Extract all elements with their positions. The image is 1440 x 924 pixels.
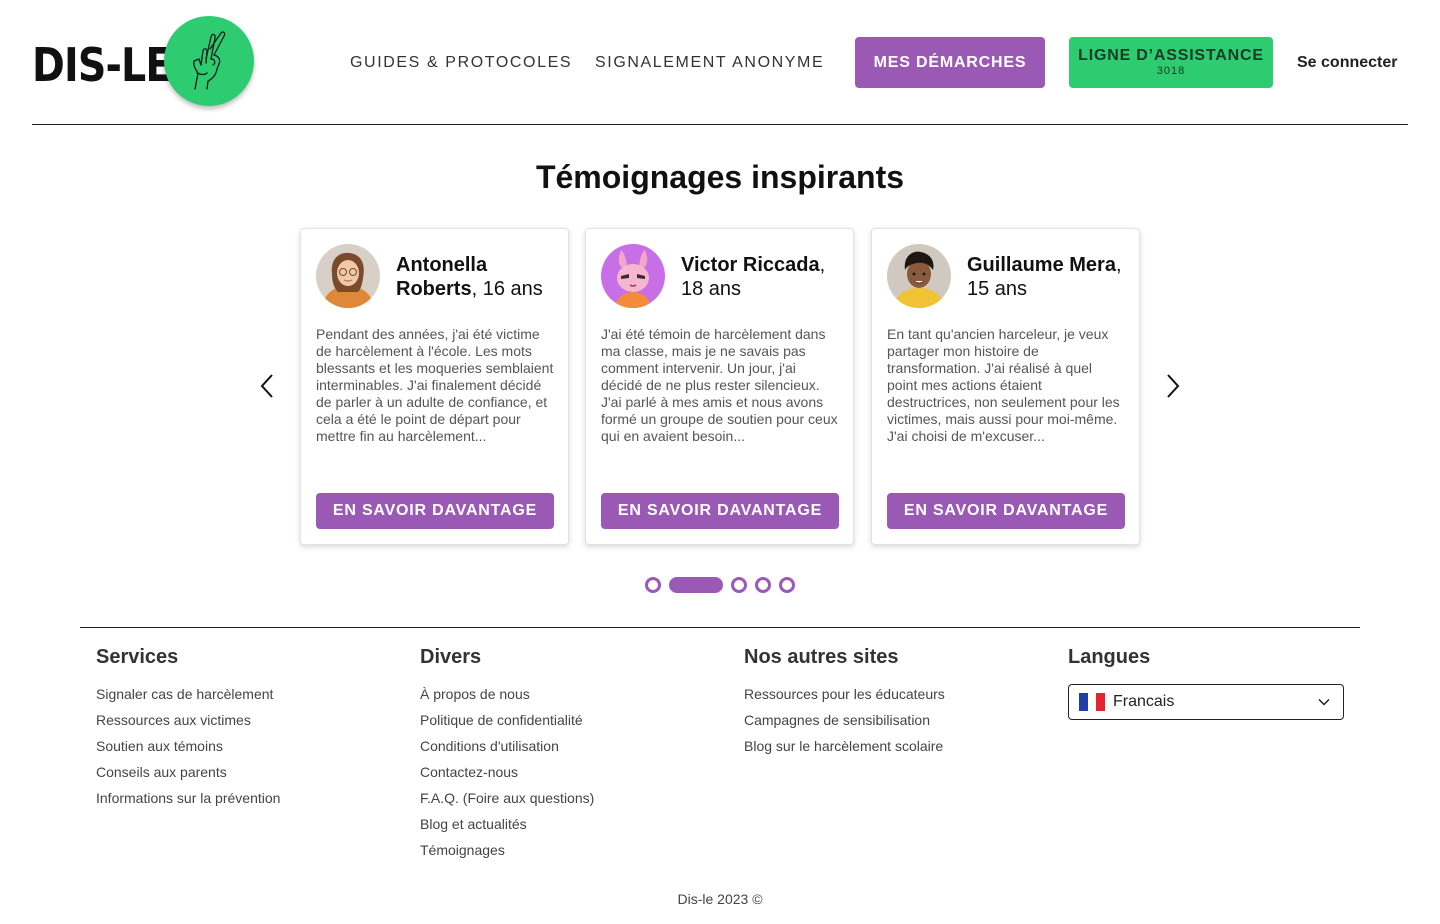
carousel-dot[interactable] (755, 577, 771, 593)
read-more-button[interactable]: EN SAVOIR DAVANTAGE (887, 493, 1125, 529)
testimonial-card: Antonella Roberts, 16 ans Pendant des an… (300, 228, 569, 545)
nav-guides-protocoles[interactable]: GUIDES & PROTOCOLES (350, 53, 572, 73)
person-name: Guillaume Mera (967, 254, 1116, 276)
section-title: Témoignages inspirants (535, 159, 905, 195)
testimonial-text: J'ai été témoin de harcèlement dans ma c… (601, 326, 838, 444)
footer-langues: Langues (1068, 645, 1150, 681)
carousel-prev-button[interactable] (253, 372, 281, 400)
person-header: Antonella Roberts, 16 ans (396, 253, 561, 301)
footer-link[interactable]: F.A.Q. (Foire aux questions) (420, 785, 594, 811)
person-age: , 16 ans (471, 278, 543, 300)
footer-link[interactable]: Ressources pour les éducateurs (744, 681, 945, 707)
copyright: Dis-le 2023 © (677, 891, 763, 907)
footer-divider (80, 627, 1360, 628)
carousel-next-button[interactable] (1159, 372, 1187, 400)
person-header: Victor Riccada, 18 ans (681, 253, 846, 301)
assistance-label: LIGNE D’ASSISTANCE (1078, 47, 1264, 64)
mes-demarches-button[interactable]: MES DÉMARCHES (855, 37, 1045, 88)
testimonial-card: Guillaume Mera, 15 ans En tant qu'ancien… (871, 228, 1140, 545)
chevron-down-icon (1318, 698, 1330, 706)
footer-link[interactable]: Politique de confidentialité (420, 707, 594, 733)
logo-text[interactable]: DIS-LE (32, 39, 172, 91)
footer-heading: Divers (420, 646, 482, 668)
footer-autres-sites: Nos autres sites Ressources pour les édu… (744, 645, 945, 759)
footer-services: Services Signaler cas de harcèlement Res… (96, 645, 280, 811)
avatar (601, 244, 665, 308)
read-more-button[interactable]: EN SAVOIR DAVANTAGE (601, 493, 839, 529)
avatar (887, 244, 951, 308)
footer-link[interactable]: Informations sur la prévention (96, 785, 280, 811)
avatar (316, 244, 380, 308)
footer-link[interactable]: Blog et actualités (420, 811, 594, 837)
footer-heading: Langues (1068, 646, 1151, 668)
footer-heading: Services (96, 646, 179, 668)
footer-link[interactable]: Campagnes de sensibilisation (744, 707, 945, 733)
language-select[interactable]: Francais (1068, 684, 1344, 720)
testimonial-text: En tant qu'ancien harceleur, je veux par… (887, 326, 1120, 444)
footer-link[interactable]: Soutien aux témoins (96, 733, 280, 759)
footer-link[interactable]: À propos de nous (420, 681, 594, 707)
carousel-dot[interactable] (731, 577, 747, 593)
carousel-dot[interactable] (779, 577, 795, 593)
language-selected: Francais (1113, 693, 1175, 710)
carousel-pagination (645, 576, 795, 594)
footer-link[interactable]: Blog sur le harcèlement scolaire (744, 733, 945, 759)
carousel-dot-active[interactable] (669, 577, 723, 593)
logo-badge[interactable] (164, 16, 254, 106)
ligne-assistance-button[interactable]: LIGNE D’ASSISTANCE 3018 (1069, 37, 1273, 88)
footer-link[interactable]: Ressources aux victimes (96, 707, 280, 733)
footer-link[interactable]: Contactez-nous (420, 759, 594, 785)
footer-link[interactable]: Conditions d'utilisation (420, 733, 594, 759)
read-more-button[interactable]: EN SAVOIR DAVANTAGE (316, 493, 554, 529)
footer-link[interactable]: Conseils aux parents (96, 759, 280, 785)
site-header: DIS-LE GUIDES & PROTOCOLES SIGNALEMENT A… (32, 0, 1408, 125)
footer-link[interactable]: Signaler cas de harcèlement (96, 681, 280, 707)
assistance-number: 3018 (1156, 65, 1186, 77)
footer-divers: Divers À propos de nous Politique de con… (420, 645, 594, 863)
chevron-right-icon (1167, 374, 1180, 398)
testimonial-text: Pendant des années, j'ai été victime de … (316, 326, 554, 444)
nav-signalement-anonyme[interactable]: SIGNALEMENT ANONYME (595, 53, 824, 73)
person-name: Victor Riccada (681, 254, 820, 276)
testimonial-card: Victor Riccada, 18 ans J'ai été témoin d… (585, 228, 854, 545)
footer-heading: Nos autres sites (744, 646, 899, 668)
person-header: Guillaume Mera, 15 ans (967, 253, 1132, 301)
footer-link[interactable]: Témoignages (420, 837, 594, 863)
chevron-left-icon (260, 374, 273, 398)
carousel-dot[interactable] (645, 577, 661, 593)
crossed-fingers-icon (193, 31, 226, 90)
login-link[interactable]: Se connecter (1297, 53, 1397, 73)
flag-france-icon (1079, 693, 1106, 711)
